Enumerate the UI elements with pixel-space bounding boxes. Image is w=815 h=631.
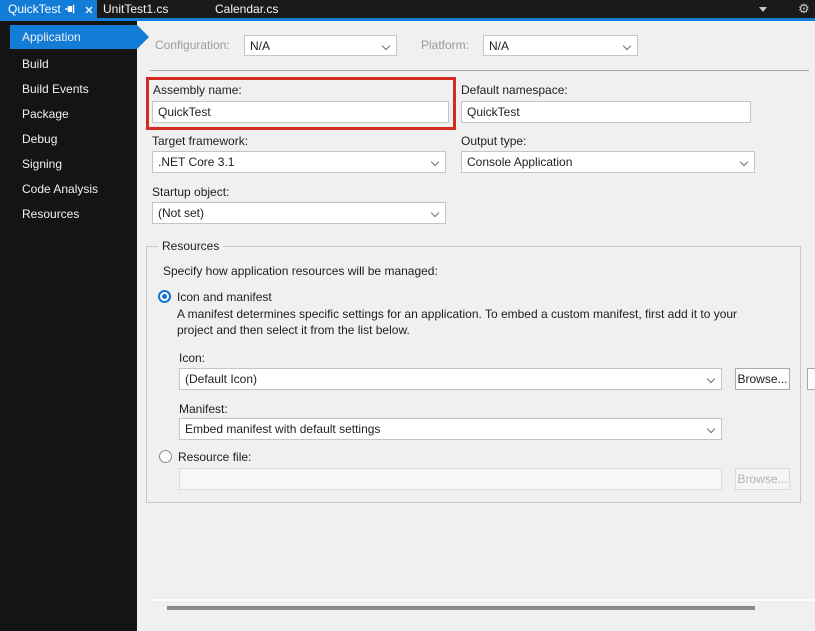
assembly-name-input[interactable] — [152, 101, 449, 123]
section-divider — [150, 70, 809, 71]
resource-file-input[interactable] — [179, 468, 722, 490]
clipped-control[interactable] — [807, 368, 815, 390]
horizontal-scrollbar-thumb[interactable] — [167, 606, 755, 610]
sidebar-item-build-events[interactable]: Build Events — [0, 77, 137, 101]
startup-object-label: Startup object: — [152, 185, 230, 199]
configuration-label: Configuration: — [155, 38, 230, 52]
chevron-down-icon — [430, 208, 440, 218]
configuration-value: N/A — [250, 39, 271, 53]
sidebar-item-resources[interactable]: Resources — [0, 202, 137, 226]
manifest-label: Manifest: — [179, 402, 228, 416]
pin-icon[interactable] — [64, 3, 76, 18]
resource-file-radio[interactable] — [159, 450, 172, 463]
target-framework-label: Target framework: — [152, 134, 249, 148]
browse-resource-file-button[interactable]: Browse... — [735, 468, 790, 490]
scrollbar-track — [150, 599, 815, 601]
sidebar-item-package[interactable]: Package — [0, 102, 137, 126]
icon-and-manifest-radio-label[interactable]: Icon and manifest — [177, 290, 272, 305]
icon-dropdown[interactable]: (Default Icon) — [179, 368, 722, 390]
tab-unittest1[interactable]: UnitTest1.cs — [103, 0, 207, 18]
resources-groupbox-legend: Resources — [158, 239, 224, 254]
chevron-down-icon — [381, 41, 391, 51]
output-type-value: Console Application — [467, 155, 573, 169]
sidebar-item-code-analysis[interactable]: Code Analysis — [0, 177, 137, 201]
sidebar-item-signing[interactable]: Signing — [0, 152, 137, 176]
resource-file-radio-label[interactable]: Resource file: — [178, 450, 251, 465]
tab-calendar-label: Calendar.cs — [215, 2, 279, 16]
manifest-dropdown[interactable]: Embed manifest with default settings — [179, 418, 722, 440]
gear-icon[interactable]: ⚙ — [798, 0, 810, 18]
chevron-down-icon — [706, 374, 716, 384]
startup-object-dropdown[interactable]: (Not set) — [152, 202, 446, 224]
default-namespace-input[interactable] — [461, 101, 751, 123]
sidebar-item-build[interactable]: Build — [0, 52, 137, 76]
chevron-down-icon — [622, 41, 632, 51]
sidebar-item-debug[interactable]: Debug — [0, 127, 137, 151]
close-icon[interactable] — [84, 4, 94, 18]
startup-object-value: (Not set) — [158, 206, 205, 220]
target-framework-value: .NET Core 3.1 — [158, 155, 235, 169]
assembly-name-label: Assembly name: — [153, 83, 242, 97]
output-type-dropdown[interactable]: Console Application — [461, 151, 755, 173]
default-namespace-label: Default namespace: — [461, 83, 568, 97]
tab-quicktest[interactable]: QuickTest — [0, 0, 97, 18]
resources-intro-text: Specify how application resources will b… — [163, 264, 438, 278]
platform-value: N/A — [489, 39, 510, 53]
chevron-down-icon[interactable] — [759, 7, 767, 12]
project-properties-window: QuickTest UnitTest1.cs Calendar.cs ⚙ App… — [0, 0, 815, 631]
properties-sidebar: Application Build Build Events Package D… — [0, 21, 149, 631]
output-type-label: Output type: — [461, 134, 527, 148]
sidebar-item-application[interactable]: Application — [10, 25, 149, 49]
chevron-down-icon — [430, 157, 440, 167]
icon-value: (Default Icon) — [185, 372, 258, 386]
chevron-down-icon — [706, 424, 716, 434]
icon-label: Icon: — [179, 351, 206, 365]
document-tab-bar: QuickTest UnitTest1.cs Calendar.cs ⚙ — [0, 0, 815, 18]
platform-label: Platform: — [421, 38, 470, 52]
platform-dropdown[interactable]: N/A — [483, 35, 638, 56]
tab-calendar[interactable]: Calendar.cs — [215, 0, 320, 18]
target-framework-dropdown[interactable]: .NET Core 3.1 — [152, 151, 446, 173]
browse-icon-button[interactable]: Browse... — [735, 368, 790, 390]
manifest-value: Embed manifest with default settings — [185, 422, 381, 436]
configuration-dropdown[interactable]: N/A — [244, 35, 397, 56]
tab-quicktest-label: QuickTest — [8, 2, 61, 16]
icon-and-manifest-radio[interactable] — [158, 290, 171, 303]
chevron-down-icon — [739, 157, 749, 167]
tab-unittest1-label: UnitTest1.cs — [103, 2, 169, 16]
manifest-description-text: A manifest determines specific settings … — [177, 307, 738, 337]
